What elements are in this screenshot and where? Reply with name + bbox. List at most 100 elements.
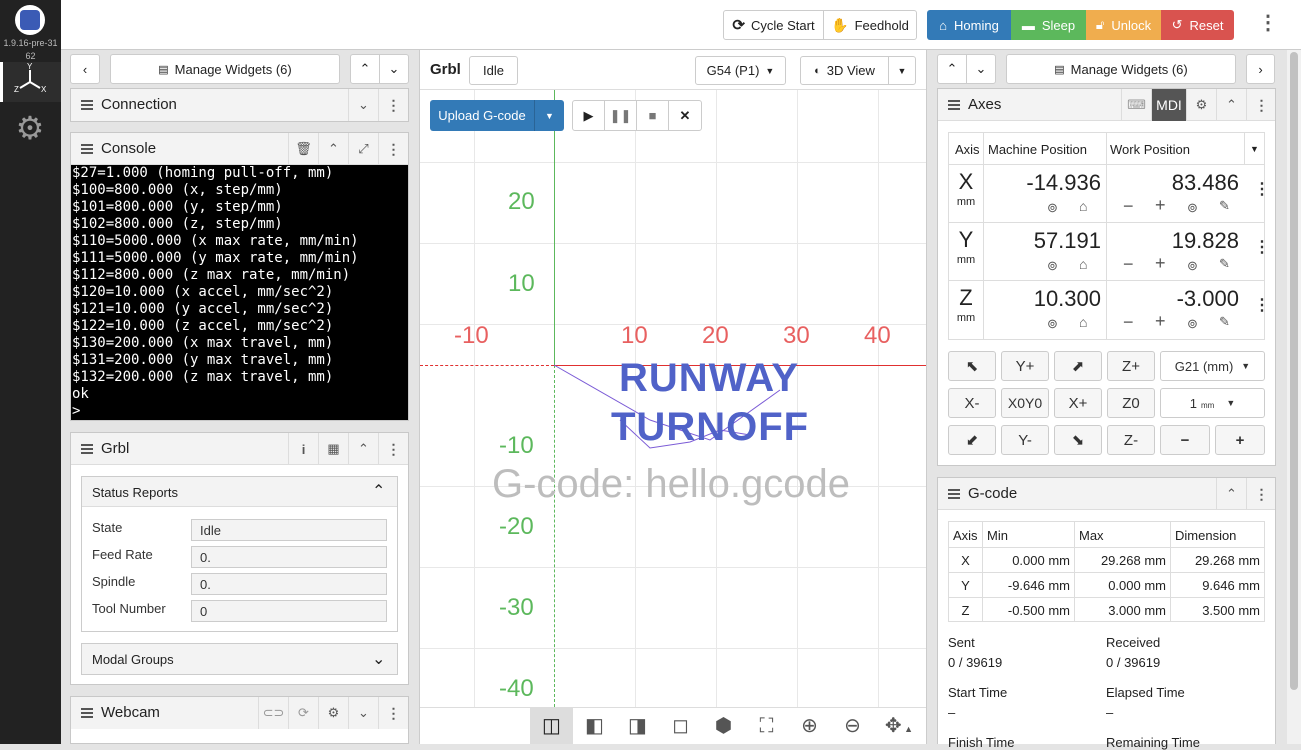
3d-view-icon[interactable]: ⬢ [702, 708, 745, 744]
drag-handle-icon[interactable] [948, 489, 960, 499]
top-view-icon[interactable]: ◫ [530, 708, 573, 744]
edit-icon[interactable]: ✎ [1219, 198, 1230, 214]
left-collapse-button[interactable]: ‹ [70, 54, 100, 84]
webcam-header[interactable]: Webcam ⊂⊃ ⟳ ⚙ ⌄ ⋮ [71, 697, 408, 729]
collapse-icon[interactable]: ⌃ [318, 133, 348, 165]
axes-header[interactable]: Axes ⌨ MDI ⚙ ⌃ ⋮ [938, 89, 1275, 121]
row-menu-icon[interactable]: ⋮ [1254, 295, 1270, 315]
left-view-icon[interactable]: ◻ [659, 708, 702, 744]
toggle-icon[interactable]: ⊂⊃ [258, 697, 288, 729]
wcs-dropdown[interactable]: G54 (P1) ▼ [695, 56, 786, 85]
pause-button[interactable]: ❚❚ [604, 100, 637, 131]
modal-groups-section[interactable]: Modal Groups ⌄ [81, 643, 398, 675]
gcode-menu-icon[interactable]: ⋮ [1246, 478, 1276, 510]
scrollbar-thumb[interactable] [1290, 52, 1298, 690]
cycle-start-button[interactable]: ⟳ Cycle Start [723, 10, 824, 40]
jog-zminus-button[interactable]: Z- [1107, 425, 1155, 455]
page-scrollbar[interactable] [1287, 50, 1301, 744]
workspace-axes-icon[interactable]: Y Z X [0, 62, 61, 102]
jog-xminus-yminus-icon[interactable]: ⬋ [948, 425, 996, 455]
column-dropdown-icon[interactable]: ▼ [1250, 144, 1259, 154]
expand-icon[interactable]: ⌄ [348, 89, 378, 121]
sleep-button[interactable]: ▬ Sleep [1011, 10, 1086, 40]
keyboard-icon[interactable]: ⌨ [1121, 89, 1151, 121]
grbl-header[interactable]: Grbl i ▦ ⌃ ⋮ [71, 433, 408, 465]
collapse-icon[interactable]: ⌃ [1216, 478, 1246, 510]
decrease-step-button[interactable]: − [1160, 425, 1210, 455]
edit-icon[interactable]: ✎ [1219, 314, 1230, 330]
map-marker-icon[interactable]: ⊚ [1187, 200, 1198, 216]
collapse-icon[interactable]: ⌃ [1216, 89, 1246, 121]
row-menu-icon[interactable]: ⋮ [1254, 237, 1270, 257]
plus-icon[interactable]: + [1155, 311, 1166, 332]
go-to-z0-button[interactable]: Z0 [1107, 388, 1155, 418]
app-logo[interactable] [15, 5, 45, 35]
home-icon[interactable]: ⌂ [1079, 256, 1087, 272]
go-to-x0y0-button[interactable]: X0Y0 [1001, 388, 1049, 418]
stop-button[interactable]: ■ [636, 100, 669, 131]
expand-icon[interactable]: ⌄ [348, 697, 378, 729]
jog-xminus-yplus-icon[interactable]: ⬉ [948, 351, 996, 381]
collapse-icon[interactable]: ⌃ [348, 433, 378, 465]
upload-dropdown-caret[interactable]: ▼ [534, 100, 564, 131]
upload-gcode-button[interactable]: Upload G-code [430, 100, 534, 131]
zoom-out-icon[interactable]: ⊖ [831, 708, 874, 744]
zoom-in-icon[interactable]: ⊕ [788, 708, 831, 744]
map-marker-icon[interactable]: ⊚ [1187, 258, 1198, 274]
minus-icon[interactable]: − [1123, 254, 1134, 275]
gear-icon[interactable]: ⚙ [1186, 89, 1216, 121]
drag-handle-icon[interactable] [948, 100, 960, 110]
right-collapse-button[interactable]: › [1246, 54, 1275, 84]
mdi-button[interactable]: MDI [1151, 89, 1186, 121]
right-manage-widgets-button[interactable]: ▤ Manage Widgets (6) [1006, 54, 1236, 84]
map-marker-icon[interactable]: ⊚ [1187, 316, 1198, 332]
map-marker-icon[interactable]: ⊚ [1047, 316, 1058, 332]
status-reports-header[interactable]: Status Reports ⌃ [82, 477, 397, 507]
front-view-icon[interactable]: ◧ [573, 708, 616, 744]
homing-button[interactable]: ⌂ Homing [927, 10, 1011, 40]
navbar-menu-icon[interactable]: ⋮ [1258, 12, 1278, 36]
drag-handle-icon[interactable] [81, 100, 93, 110]
pan-icon[interactable]: ✥ ▲ [876, 708, 922, 744]
connection-header[interactable]: Connection ⌄ ⋮ [71, 89, 408, 121]
gear-icon[interactable]: ⚙ [318, 697, 348, 729]
left-move-up-button[interactable]: ⌃ [350, 54, 380, 84]
jog-xplus-yplus-icon[interactable]: ⬈ [1054, 351, 1102, 381]
jog-yplus-button[interactable]: Y+ [1001, 351, 1049, 381]
info-icon[interactable]: i [288, 433, 318, 465]
console-output[interactable]: $27=1.000 (homing pull-off, mm) $100=800.… [71, 165, 408, 420]
right-view-icon[interactable]: ◨ [616, 708, 659, 744]
gcode-header[interactable]: G-code ⌃ ⋮ [938, 478, 1275, 510]
row-menu-icon[interactable]: ⋮ [1254, 179, 1270, 199]
connection-menu-icon[interactable]: ⋮ [378, 89, 408, 121]
jog-yminus-button[interactable]: Y- [1001, 425, 1049, 455]
home-icon[interactable]: ⌂ [1079, 314, 1087, 330]
grbl-menu-icon[interactable]: ⋮ [378, 433, 408, 465]
grid-view-icon[interactable]: ▦ [318, 433, 348, 465]
right-move-down-button[interactable]: ⌄ [966, 54, 996, 84]
home-icon[interactable]: ⌂ [1079, 198, 1087, 214]
view-dropdown-caret[interactable]: ▼ [888, 56, 916, 85]
axes-menu-icon[interactable]: ⋮ [1246, 89, 1276, 121]
close-button[interactable]: ✕ [668, 100, 702, 131]
settings-gear-icon[interactable]: ⚙ [12, 110, 48, 146]
console-menu-icon[interactable]: ⋮ [378, 133, 408, 165]
play-button[interactable]: ▶ [572, 100, 605, 131]
drag-handle-icon[interactable] [81, 708, 93, 718]
webcam-menu-icon[interactable]: ⋮ [378, 697, 408, 729]
visualizer-canvas[interactable]: -10 10 20 30 40 20 10 -10 -20 -30 -40 RU… [420, 90, 926, 707]
drag-handle-icon[interactable] [81, 444, 93, 454]
plus-icon[interactable]: + [1155, 253, 1166, 274]
left-move-down-button[interactable]: ⌄ [379, 54, 409, 84]
map-marker-icon[interactable]: ⊚ [1047, 200, 1058, 216]
trash-icon[interactable]: 🗑︎ [288, 133, 318, 165]
unlock-button[interactable]: 🔓︎ Unlock [1086, 10, 1161, 40]
map-marker-icon[interactable]: ⊚ [1047, 258, 1058, 274]
jog-zplus-button[interactable]: Z+ [1107, 351, 1155, 381]
edit-icon[interactable]: ✎ [1219, 256, 1230, 272]
chevron-up-icon[interactable]: ⌃ [372, 481, 385, 501]
minus-icon[interactable]: − [1123, 312, 1134, 333]
right-move-up-button[interactable]: ⌃ [937, 54, 967, 84]
minus-icon[interactable]: − [1123, 196, 1134, 217]
left-manage-widgets-button[interactable]: ▤ Manage Widgets (6) [110, 54, 340, 84]
